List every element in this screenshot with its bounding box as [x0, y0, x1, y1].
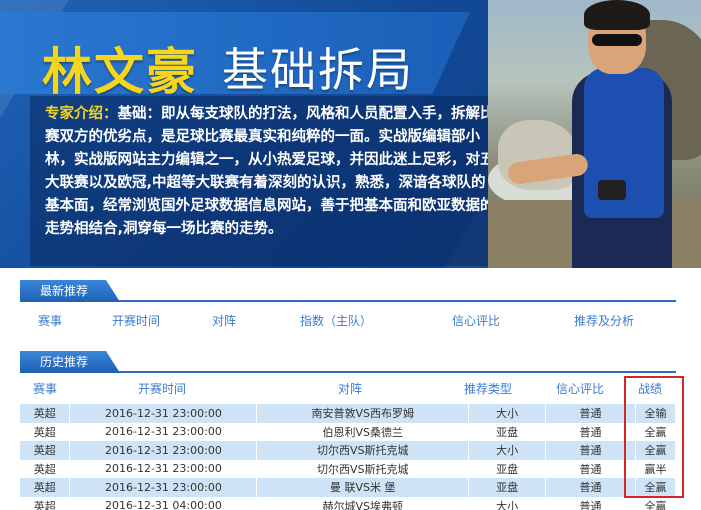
cell-match[interactable]: 赫尔城VS埃弗顿 [256, 496, 470, 510]
cell-result: 全赢 [635, 496, 677, 510]
cell-confidence: 普通 [545, 441, 636, 460]
cell-confidence: 普通 [545, 404, 636, 423]
col-time: 开赛时间 [138, 382, 187, 396]
cell-match[interactable]: 南安普敦VS西布罗姆 [256, 404, 470, 423]
column-subtitle: 基础拆局 [222, 43, 414, 97]
title-ribbon: 林文豪 基础拆局 [0, 12, 470, 94]
expert-banner: 林文豪 基础拆局 专家介绍：基础：即从每支球队的打法，风格和人员配置入手，拆解比… [0, 0, 701, 268]
col-type: 推荐类型 [464, 382, 513, 396]
cell-league: 英超 [20, 422, 71, 441]
tab-latest-recommend[interactable]: 最新推荐 [20, 280, 120, 302]
expert-name: 林文豪 [42, 43, 198, 101]
expert-photo [488, 0, 701, 268]
cell-time: 2016-12-31 04:00:00 [69, 496, 258, 510]
col-league: 赛事 [33, 382, 58, 396]
cell-match[interactable]: 曼 联VS米 堡 [256, 478, 470, 497]
table-row: 英超 2016-12-31 23:00:00 伯恩利VS桑德兰 亚盘 普通 全赢 [20, 422, 677, 441]
cell-league: 英超 [20, 459, 71, 478]
table-row: 英超 2016-12-31 04:00:00 赫尔城VS埃弗顿 大小 普通 全赢 [20, 496, 677, 510]
cell-time: 2016-12-31 23:00:00 [69, 459, 258, 478]
cell-confidence: 普通 [545, 422, 636, 441]
history-table: 英超 2016-12-31 23:00:00 南安普敦VS西布罗姆 大小 普通 … [20, 404, 677, 510]
col-analysis: 推荐及分析 [574, 314, 635, 328]
cell-type: 大小 [468, 404, 547, 423]
col-index: 指数（主队） [300, 314, 373, 328]
col-match: 对阵 [338, 382, 363, 396]
cell-time: 2016-12-31 23:00:00 [69, 422, 258, 441]
intro-label: 专家介绍： [45, 106, 118, 122]
table-row: 英超 2016-12-31 23:00:00 切尔西VS斯托克城 亚盘 普通 赢… [20, 459, 677, 478]
table-row: 英超 2016-12-31 23:00:00 曼 联VS米 堡 亚盘 普通 全赢 [20, 478, 677, 497]
table-row: 英超 2016-12-31 23:00:00 切尔西VS斯托克城 大小 普通 全… [20, 441, 677, 460]
cell-type: 大小 [468, 496, 547, 510]
col-time: 开赛时间 [112, 314, 161, 328]
history-headers: 赛事 开赛时间 对阵 推荐类型 信心评比 战绩 [20, 380, 676, 400]
col-confidence: 信心评比 [452, 314, 501, 328]
cell-type: 亚盘 [468, 478, 547, 497]
result-column-highlight [624, 376, 684, 498]
cell-time: 2016-12-31 23:00:00 [69, 478, 258, 497]
table-row: 英超 2016-12-31 23:00:00 南安普敦VS西布罗姆 大小 普通 … [20, 404, 677, 423]
cell-time: 2016-12-31 23:00:00 [69, 404, 258, 423]
cell-confidence: 普通 [545, 459, 636, 478]
cell-league: 英超 [20, 441, 71, 460]
cell-type: 亚盘 [468, 422, 547, 441]
latest-recommend-bar: 最新推荐 [20, 280, 676, 302]
latest-recommend-headers: 赛事 开赛时间 对阵 指数（主队） 信心评比 推荐及分析 [20, 312, 676, 332]
history-recommend-bar: 历史推荐 [20, 351, 676, 373]
intro-body: 基础：即从每支球队的打法，风格和人员配置入手，拆解比赛双方的优劣点，是足球比赛最… [45, 106, 495, 237]
expert-intro: 专家介绍：基础：即从每支球队的打法，风格和人员配置入手，拆解比赛双方的优劣点，是… [45, 103, 495, 241]
tab-history-recommend[interactable]: 历史推荐 [20, 351, 120, 373]
cell-league: 英超 [20, 404, 71, 423]
col-league: 赛事 [38, 314, 63, 328]
cell-time: 2016-12-31 23:00:00 [69, 441, 258, 460]
cell-confidence: 普通 [545, 496, 636, 510]
cell-match[interactable]: 切尔西VS斯托克城 [256, 441, 470, 460]
camera-icon [598, 180, 626, 200]
cell-type: 亚盘 [468, 459, 547, 478]
cell-league: 英超 [20, 496, 71, 510]
col-confidence: 信心评比 [556, 382, 605, 396]
cell-match[interactable]: 切尔西VS斯托克城 [256, 459, 470, 478]
cell-match[interactable]: 伯恩利VS桑德兰 [256, 422, 470, 441]
cell-league: 英超 [20, 478, 71, 497]
col-match: 对阵 [212, 314, 237, 328]
cell-confidence: 普通 [545, 478, 636, 497]
cell-type: 大小 [468, 441, 547, 460]
